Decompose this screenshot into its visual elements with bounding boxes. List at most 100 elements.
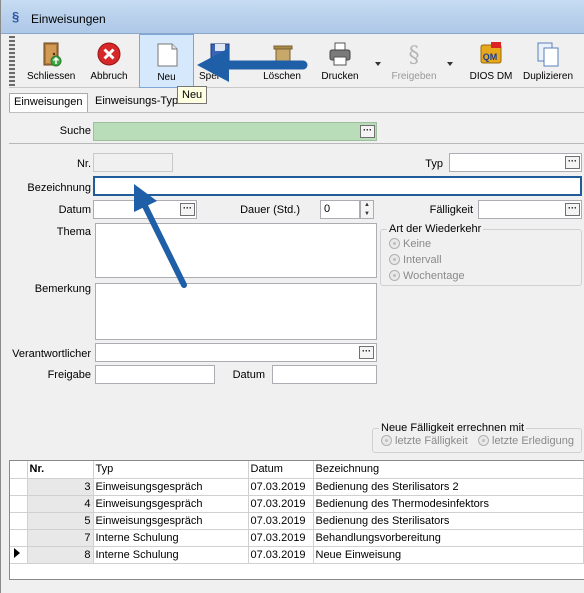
thema-field[interactable] (95, 223, 377, 278)
delete-button[interactable]: Löschen (257, 34, 307, 88)
column-header-datum[interactable]: Datum (248, 461, 314, 479)
typ-ellipsis-button[interactable]: ··· (565, 156, 580, 169)
datum-ellipsis-button[interactable]: ··· (180, 203, 195, 216)
cell-typ[interactable]: Einweisungsgespräch (93, 495, 249, 513)
table-row[interactable]: 8 Interne Schulung 07.03.2019 Neue Einweisu… (10, 546, 584, 564)
column-header-nr[interactable]: Nr. (27, 461, 94, 479)
spin-down-icon[interactable]: ▼ (361, 210, 373, 219)
printer-icon (329, 42, 351, 66)
cell-datum[interactable]: 07.03.2019 (248, 512, 314, 530)
cell-datum[interactable]: 07.03.2019 (248, 529, 314, 547)
duplicate-button[interactable]: Duplizieren (519, 34, 577, 88)
cell-bezeichnung[interactable]: Bedienung des Sterilisators 2 (313, 478, 584, 496)
release-button-label: Freigeben (391, 71, 437, 82)
title-bar: § Einweisungen (1, 0, 584, 34)
spin-up-icon[interactable]: ▲ (361, 201, 373, 210)
release-dropdown-icon (447, 62, 453, 66)
door-exit-icon (43, 42, 62, 67)
toolbar-grip[interactable] (9, 36, 15, 86)
cancel-icon (97, 42, 121, 66)
print-dropdown-icon[interactable] (375, 62, 381, 66)
verantwortlicher-ellipsis-button[interactable]: ··· (359, 346, 374, 359)
print-button[interactable]: Drucken (315, 34, 365, 88)
cell-datum[interactable]: 07.03.2019 (248, 478, 314, 496)
records-table: Nr. Typ Datum Bezeichnung 3 Einweisungsge… (10, 461, 584, 564)
row-indicator[interactable] (10, 478, 28, 496)
verantwortlicher-field[interactable] (95, 343, 377, 362)
cell-typ[interactable]: Interne Schulung (93, 546, 249, 564)
cell-bezeichnung[interactable]: Bedienung des Sterilisators (313, 512, 584, 530)
save-icon (210, 43, 230, 65)
row-indicator-header (10, 461, 28, 479)
delete-button-label: Löschen (263, 71, 301, 82)
column-header-typ[interactable]: Typ (93, 461, 249, 479)
row-indicator[interactable] (10, 529, 28, 547)
row-indicator[interactable] (10, 495, 28, 513)
freigabe-datum-label: Datum (232, 369, 265, 381)
cell-datum[interactable]: 07.03.2019 (248, 495, 314, 513)
wiederkehr-option-wochentage: Wochentage (389, 270, 465, 282)
cell-nr[interactable]: 3 (27, 478, 94, 496)
verantwortlicher-label: Verantwortlicher (12, 348, 91, 360)
new-button-label: Neu (157, 72, 176, 83)
typ-field[interactable] (449, 153, 582, 172)
window-title: Einweisungen (31, 12, 106, 26)
faelligkeit-label: Fälligkeit (429, 204, 473, 216)
faelligkeit-ellipsis-button[interactable]: ··· (565, 203, 580, 216)
cell-nr[interactable]: 5 (27, 512, 94, 530)
release-button: § Freigeben (389, 34, 439, 88)
cell-typ[interactable]: Einweisungsgespräch (93, 512, 249, 530)
duplicate-icon (537, 42, 559, 67)
dios-dm-button[interactable]: QM DIOS DM (461, 34, 521, 88)
save-button[interactable]: Speichern (199, 34, 241, 88)
option-letzte-erledigung: letzte Erledigung (478, 435, 574, 447)
cell-typ[interactable]: Einweisungsgespräch (93, 478, 249, 496)
freigabe-field[interactable] (95, 365, 215, 384)
wiederkehr-option-label: Wochentage (403, 270, 465, 282)
cell-bezeichnung[interactable]: Behandlungsvorbereitung (313, 529, 584, 547)
close-button-label: Schliessen (27, 71, 76, 82)
option-label: letzte Fälligkeit (395, 435, 468, 447)
wiederkehr-option-label: Keine (403, 238, 432, 250)
radio-icon (478, 435, 489, 446)
cell-nr[interactable]: 4 (27, 495, 94, 513)
cell-nr[interactable]: 7 (27, 529, 94, 547)
column-header-bezeichnung[interactable]: Bezeichnung (313, 461, 584, 479)
cell-nr[interactable]: 8 (27, 546, 94, 564)
cell-bezeichnung[interactable]: Neue Einweisung (313, 546, 584, 564)
search-ellipsis-button[interactable]: ··· (360, 125, 375, 138)
new-document-icon (157, 43, 177, 67)
option-letzte-faelligkeit: letzte Fälligkeit (381, 435, 468, 447)
table-row[interactable]: 7 Interne Schulung 07.03.2019 Behandlungsvo… (10, 529, 584, 547)
current-row-arrow-icon (14, 548, 20, 558)
cell-typ[interactable]: Interne Schulung (93, 529, 249, 547)
cell-datum[interactable]: 07.03.2019 (248, 546, 314, 564)
cell-bezeichnung[interactable]: Bedienung des Thermodesinfektors (313, 495, 584, 513)
cancel-button[interactable]: Abbruch (85, 34, 133, 88)
table-row[interactable]: 3 Einweisungsgespräch 07.03.2019 Bedienung … (10, 478, 584, 496)
wiederkehr-title: Art der Wiederkehr (387, 223, 484, 235)
tooltip: Neu (177, 86, 208, 104)
table-row[interactable]: 5 Einweisungsgespräch 07.03.2019 Bedienung … (10, 512, 584, 530)
row-indicator[interactable] (10, 512, 28, 530)
wiederkehr-option-label: Intervall (403, 254, 442, 266)
row-indicator[interactable] (10, 546, 28, 564)
freigabe-datum-field[interactable] (272, 365, 377, 384)
dauer-field[interactable]: 0 (320, 200, 360, 219)
dauer-spinner[interactable]: ▲ ▼ (360, 200, 374, 219)
bemerkung-field[interactable] (95, 283, 377, 340)
dios-dm-button-label: DIOS DM (469, 71, 513, 82)
cancel-button-label: Abbruch (90, 71, 128, 82)
wiederkehr-option-keine: Keine (389, 238, 431, 250)
new-button[interactable]: Neu (139, 34, 194, 88)
duplicate-button-label: Duplizieren (522, 71, 574, 82)
bezeichnung-field[interactable] (93, 176, 582, 196)
neue-faelligkeit-title: Neue Fälligkeit errechnen mit (379, 422, 527, 434)
radio-icon (389, 238, 400, 249)
search-input[interactable] (93, 122, 377, 141)
dauer-label: Dauer (Std.) (240, 204, 300, 216)
table-row[interactable]: 4 Einweisungsgespräch 07.03.2019 Bedienung … (10, 495, 584, 513)
tab-einweisungen[interactable]: Einweisungen (9, 93, 88, 113)
close-button[interactable]: Schliessen (27, 34, 75, 88)
save-button-label: Speichern (199, 71, 219, 82)
